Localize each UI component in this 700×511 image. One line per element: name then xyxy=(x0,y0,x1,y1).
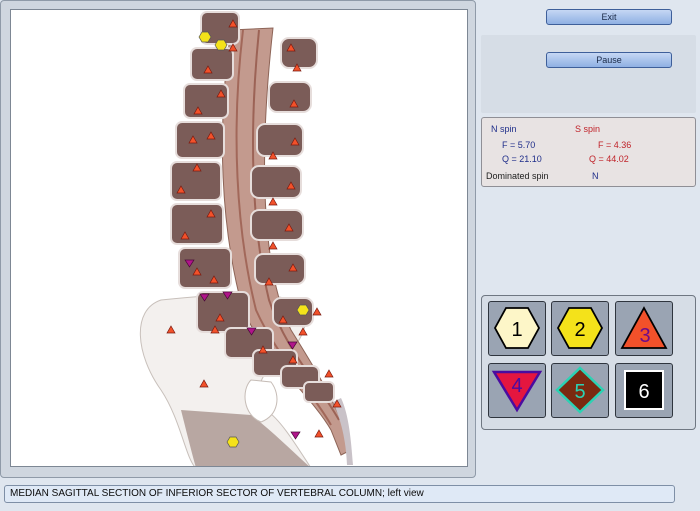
marker-selector-panel: 1 2 3 4 5 6 xyxy=(481,295,696,430)
marker-tile-5[interactable]: 5 xyxy=(551,363,609,418)
marker-tile-4-label: 4 xyxy=(511,375,522,397)
spine-illustration xyxy=(139,11,353,466)
n-spin-q-value: Q = 21.10 xyxy=(502,154,542,164)
marker-tile-3-label: 3 xyxy=(639,325,650,347)
marker-tile-6[interactable]: 6 xyxy=(615,363,673,418)
marker-tile-5-label: 5 xyxy=(574,381,585,403)
marker-tile-1-label: 1 xyxy=(511,319,522,341)
anatomy-viewer-frame xyxy=(0,0,476,478)
square-icon: 6 xyxy=(624,370,664,410)
marker-tile-3[interactable]: 3 xyxy=(615,301,673,356)
dominated-spin-label: Dominated spin xyxy=(486,171,549,181)
pause-button[interactable]: Pause xyxy=(546,52,672,68)
spin-readout-panel: N spin S spin F = 5.70 F = 4.36 Q = 21.1… xyxy=(481,117,696,187)
hexagon-icon: 1 xyxy=(493,307,541,349)
s-spin-title: S spin xyxy=(575,124,601,134)
marker-tile-4[interactable]: 4 xyxy=(488,363,546,418)
hexagon-icon: 2 xyxy=(556,307,604,349)
marker-tile-2[interactable]: 2 xyxy=(551,301,609,356)
control-panel xyxy=(481,35,696,113)
triangle-down-icon: 4 xyxy=(491,370,543,413)
diamond-icon: 5 xyxy=(555,366,605,414)
anatomy-image xyxy=(10,9,468,467)
n-spin-title: N spin xyxy=(491,124,517,134)
s-spin-q-value: Q = 44.02 xyxy=(589,154,629,164)
triangle-up-icon: 3 xyxy=(620,306,668,349)
status-bar: MEDIAN SAGITTAL SECTION OF INFERIOR SECT… xyxy=(4,485,675,503)
exit-button[interactable]: Exit xyxy=(546,9,672,25)
s-spin-f-value: F = 4.36 xyxy=(598,140,632,150)
marker-tile-1[interactable]: 1 xyxy=(488,301,546,356)
dominated-spin-value: N xyxy=(592,171,599,181)
marker-tile-6-label: 6 xyxy=(638,381,649,403)
marker-tile-2-label: 2 xyxy=(574,319,585,341)
n-spin-f-value: F = 5.70 xyxy=(502,140,536,150)
